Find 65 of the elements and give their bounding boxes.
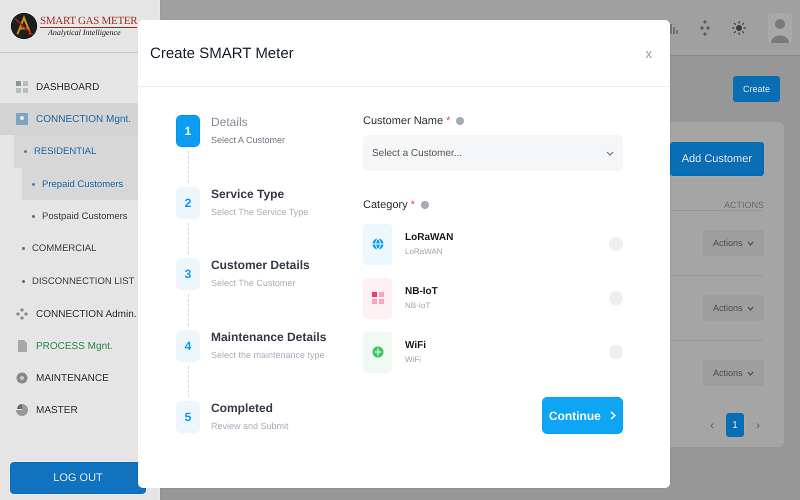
step-subtitle: Review and Submit bbox=[211, 421, 289, 431]
step-title: Completed bbox=[211, 401, 274, 415]
actions-dropdown[interactable]: Actions bbox=[702, 230, 764, 256]
step-subtitle: Select The Service Type bbox=[211, 206, 308, 216]
logo-icon bbox=[10, 12, 38, 40]
step-number: 2 bbox=[176, 186, 200, 218]
chevron-icon bbox=[747, 241, 754, 246]
document-icon bbox=[16, 340, 28, 352]
close-button[interactable]: x bbox=[646, 46, 652, 60]
info-icon[interactable] bbox=[456, 117, 464, 125]
sun-icon[interactable] bbox=[732, 20, 746, 34]
pie-icon bbox=[16, 404, 28, 416]
nav-item[interactable]: CONNECTION Admin. bbox=[0, 298, 160, 330]
nodes-icon[interactable] bbox=[700, 20, 710, 36]
actions-dropdown[interactable]: Actions bbox=[702, 295, 764, 321]
nav-item[interactable]: MAINTENANCE bbox=[0, 362, 160, 394]
category-subtitle: LoRaWAN bbox=[405, 247, 444, 256]
continue-button[interactable]: Continue bbox=[542, 397, 623, 434]
gear-icon bbox=[16, 372, 28, 384]
chevron-icon bbox=[747, 371, 754, 376]
step-subtitle: Select A Customer bbox=[211, 135, 286, 145]
chevron-icon bbox=[747, 306, 754, 311]
step-number: 4 bbox=[176, 330, 200, 362]
logout-button[interactable]: LOG OUT bbox=[10, 462, 146, 494]
category-title: WiFi bbox=[405, 340, 428, 351]
modal-title: Create SMART Meter bbox=[150, 44, 294, 62]
nav-item[interactable]: DASHBOARD bbox=[0, 71, 160, 103]
page-button[interactable]: 1 bbox=[726, 413, 744, 437]
next-page-button[interactable]: › bbox=[756, 418, 760, 432]
required-mark: * bbox=[410, 199, 415, 211]
nav-item[interactable]: MASTER bbox=[0, 394, 160, 426]
category-subtitle: WiFi bbox=[405, 355, 422, 364]
field-label: Category bbox=[363, 199, 408, 211]
category-subtitle: NB-IoT bbox=[405, 301, 432, 310]
actions-dropdown[interactable]: Actions bbox=[702, 360, 764, 386]
step-title: Maintenance Details bbox=[211, 330, 326, 344]
category-title: LoRaWAN bbox=[405, 232, 454, 243]
step-number: 1 bbox=[176, 115, 200, 147]
arrow-right-icon bbox=[610, 410, 616, 420]
previous-page-button[interactable]: ‹ bbox=[710, 418, 714, 432]
step-subtitle: Select the maintenance type bbox=[211, 350, 326, 360]
customer-select[interactable]: Select a Customer... bbox=[363, 135, 623, 171]
avatar-icon[interactable] bbox=[768, 12, 792, 42]
required-mark: * bbox=[446, 115, 450, 127]
step-title: Customer Details bbox=[211, 258, 310, 272]
nodes-icon bbox=[16, 308, 28, 320]
step-number: 3 bbox=[176, 258, 200, 290]
add-customer-button[interactable]: Add Customer bbox=[670, 142, 764, 176]
step-title: Details bbox=[211, 115, 249, 129]
nav-subitem[interactable]: COMMERCIAL bbox=[0, 232, 160, 265]
info-icon[interactable] bbox=[420, 201, 429, 209]
logo-tagline: Analytical Intelligence bbox=[46, 28, 122, 37]
chevron-icon bbox=[606, 150, 614, 156]
step-number: 5 bbox=[176, 401, 200, 433]
contact-card-icon bbox=[16, 113, 28, 125]
nav-item[interactable]: PROCESS Mgnt. bbox=[0, 330, 160, 362]
nav-subitem[interactable]: DISCONNECTION LIST bbox=[0, 265, 160, 298]
field-label: Customer Name bbox=[363, 115, 444, 127]
step-subtitle: Select The Customer bbox=[211, 278, 296, 288]
nav-subitem[interactable]: Postpaid Customers bbox=[0, 200, 160, 232]
create-button[interactable]: Create bbox=[732, 76, 780, 102]
step-title: Service Type bbox=[211, 186, 286, 200]
column-header: ACTIONS bbox=[724, 200, 764, 210]
category-title: NB-IoT bbox=[405, 286, 439, 297]
logo-title: SMART GAS METER bbox=[40, 15, 138, 28]
